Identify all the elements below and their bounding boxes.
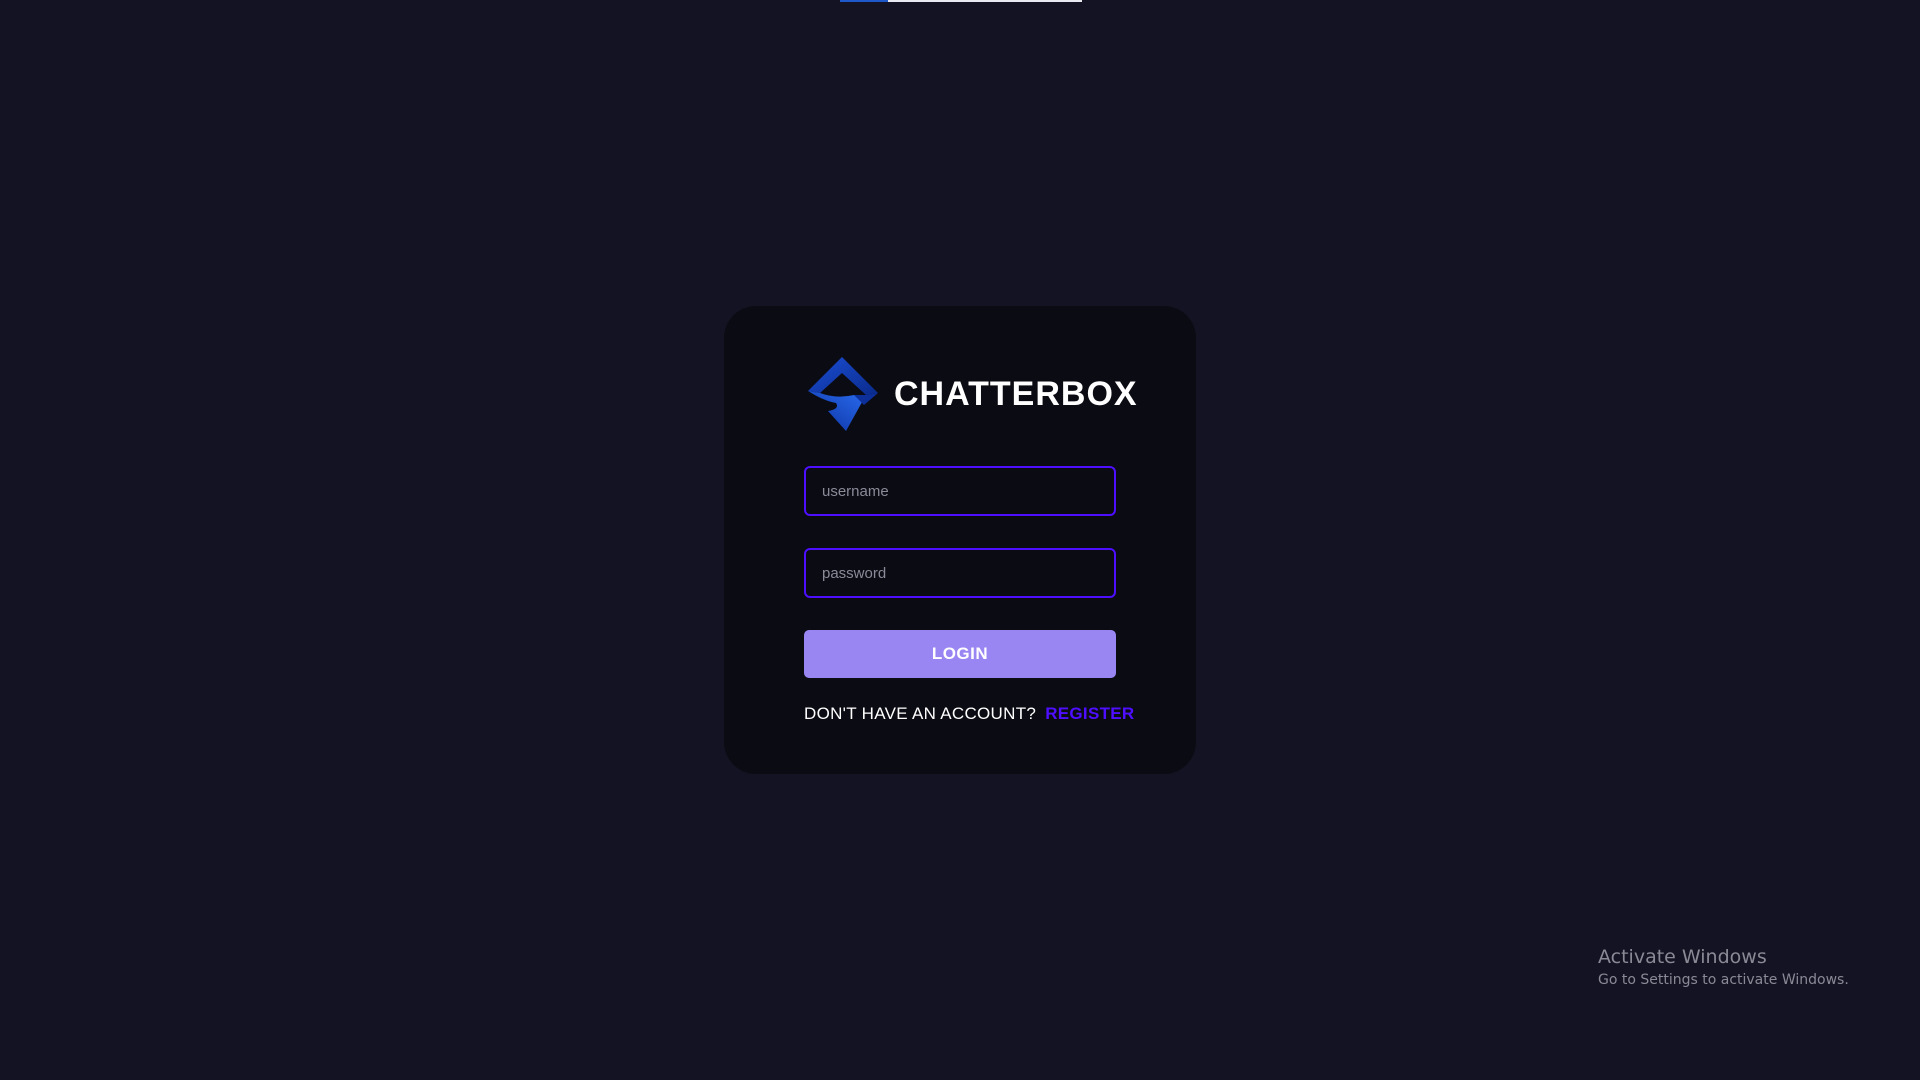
login-button[interactable]: LOGIN — [804, 630, 1116, 678]
login-card: CHATTERBOX LOGIN DON'T HAVE AN ACCOUNT? … — [724, 306, 1196, 774]
activate-windows-watermark: Activate Windows Go to Settings to activ… — [1598, 946, 1849, 988]
brand-name: CHATTERBOX — [894, 374, 1138, 413]
password-field[interactable] — [804, 548, 1116, 598]
register-prompt: DON'T HAVE AN ACCOUNT? REGISTER — [804, 704, 1134, 724]
brand: CHATTERBOX — [804, 354, 1138, 434]
page-load-progress-bar — [840, 0, 1082, 2]
watermark-subtitle: Go to Settings to activate Windows. — [1598, 972, 1849, 988]
page-load-progress-fill — [840, 0, 889, 2]
register-link[interactable]: REGISTER — [1045, 704, 1134, 723]
register-prompt-text: DON'T HAVE AN ACCOUNT? — [804, 704, 1037, 723]
watermark-title: Activate Windows — [1598, 946, 1767, 968]
username-field[interactable] — [804, 466, 1116, 516]
chatterbox-logo-icon — [804, 355, 882, 433]
